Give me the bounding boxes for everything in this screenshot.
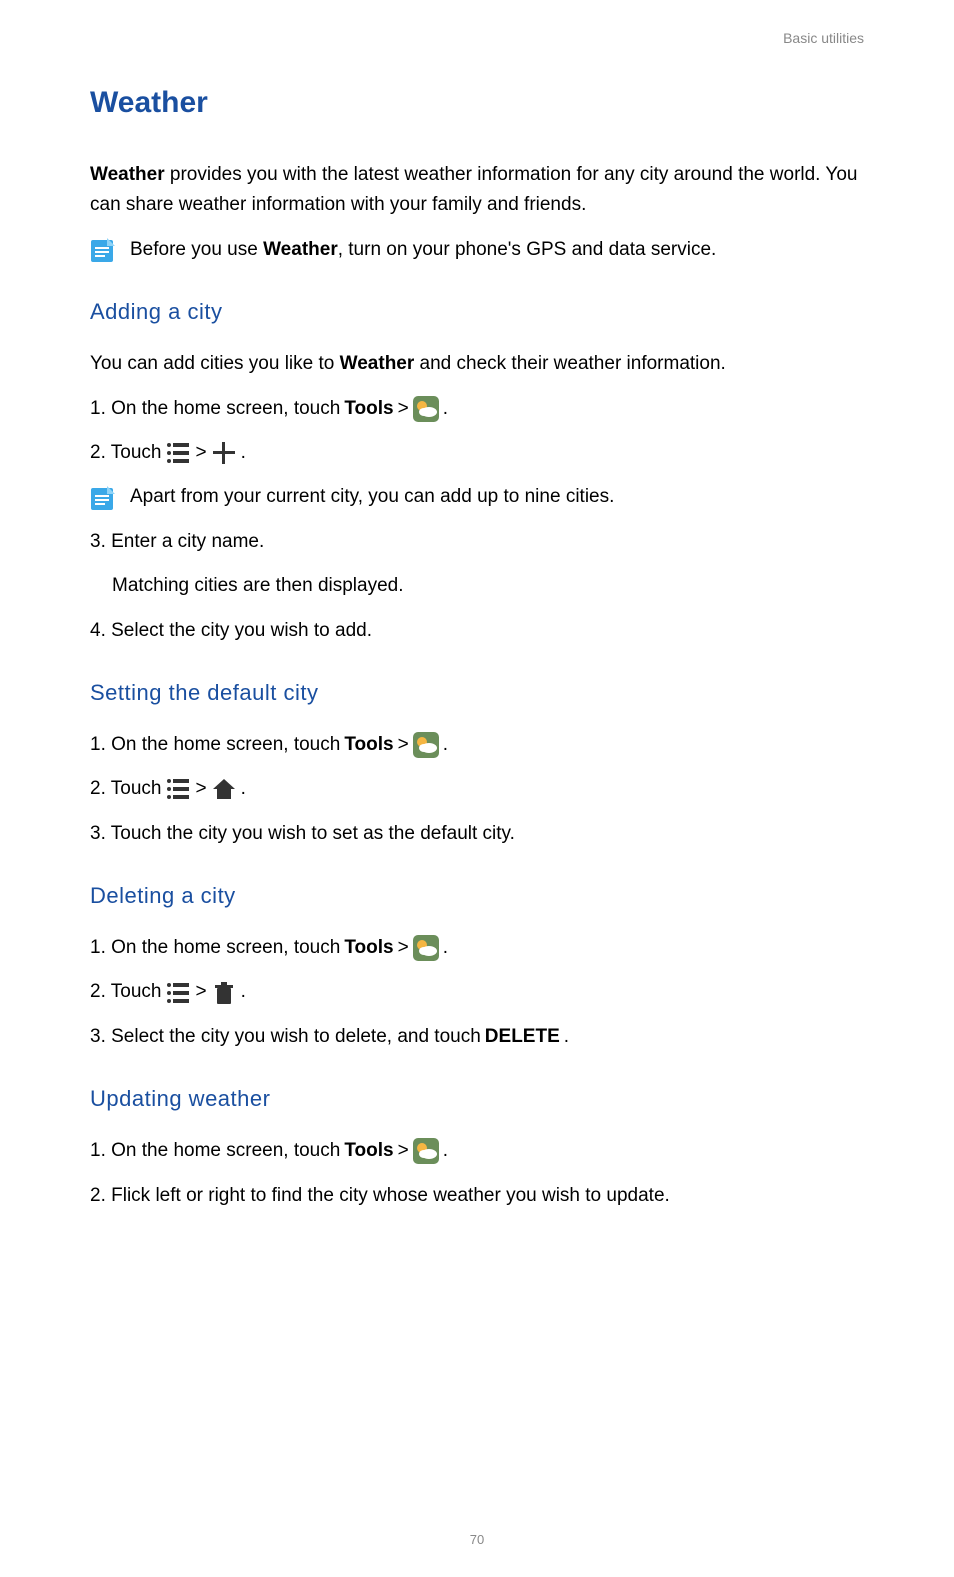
weather-app-icon	[413, 396, 439, 422]
adding-step3: 3. Enter a city name.	[90, 527, 864, 557]
list-icon	[165, 776, 191, 802]
section-adding-heading: Adding a city	[90, 299, 864, 325]
adding-step1: 1. On the home screen, touch Tools > .	[90, 394, 864, 424]
plus-icon	[211, 440, 237, 466]
default-step2: 2. Touch > .	[90, 774, 864, 804]
updating-step2: 2. Flick left or right to find the city …	[90, 1181, 864, 1211]
page-title: Weather	[90, 86, 864, 120]
note-nine-cities: Apart from your current city, you can ad…	[90, 482, 864, 512]
weather-app-icon	[413, 935, 439, 961]
note-icon	[90, 485, 116, 511]
weather-app-icon	[413, 732, 439, 758]
adding-step2: 2. Touch > .	[90, 438, 864, 468]
intro-lead-bold: Weather	[90, 164, 165, 185]
deleting-step2: 2. Touch > .	[90, 977, 864, 1007]
list-icon	[165, 440, 191, 466]
section-deleting-heading: Deleting a city	[90, 883, 864, 909]
section-default-heading: Setting the default city	[90, 680, 864, 706]
deleting-step3: 3. Select the city you wish to delete, a…	[90, 1022, 864, 1052]
note-gps: Before you use Weather, turn on your pho…	[90, 235, 864, 265]
adding-step4: 4. Select the city you wish to add.	[90, 616, 864, 646]
section-updating-heading: Updating weather	[90, 1086, 864, 1112]
note-text: Apart from your current city, you can ad…	[130, 482, 614, 512]
document-page: Basic utilities Weather Weather provides…	[0, 0, 954, 1577]
intro-paragraph: Weather provides you with the latest wea…	[90, 160, 864, 221]
adding-desc: You can add cities you like to Weather a…	[90, 349, 864, 379]
intro-lead-rest: provides you with the latest weather inf…	[90, 164, 857, 215]
home-icon	[211, 776, 237, 802]
note-icon	[90, 237, 116, 263]
list-icon	[165, 980, 191, 1006]
breadcrumb: Basic utilities	[90, 30, 864, 46]
default-step3: 3. Touch the city you wish to set as the…	[90, 819, 864, 849]
weather-app-icon	[413, 1138, 439, 1164]
deleting-step1: 1. On the home screen, touch Tools > .	[90, 933, 864, 963]
updating-step1: 1. On the home screen, touch Tools > .	[90, 1136, 864, 1166]
page-number: 70	[0, 1532, 954, 1547]
trash-icon	[211, 980, 237, 1006]
default-step1: 1. On the home screen, touch Tools > .	[90, 730, 864, 760]
adding-step3-sub: Matching cities are then displayed.	[112, 571, 864, 601]
note-text: Before you use Weather, turn on your pho…	[130, 235, 716, 265]
